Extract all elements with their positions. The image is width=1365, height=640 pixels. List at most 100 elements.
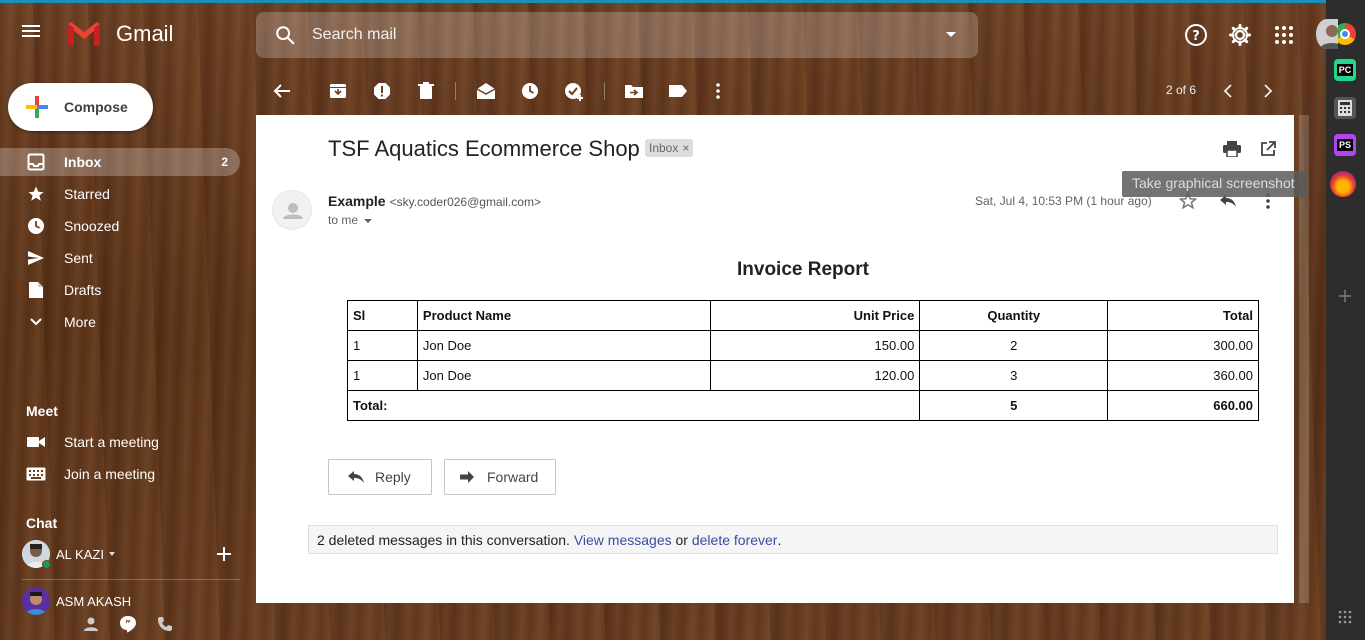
nav-label-snoozed: Snoozed: [64, 218, 120, 234]
compose-button[interactable]: Compose: [8, 83, 153, 131]
more-vert-icon[interactable]: [707, 80, 729, 102]
nav-label-sent: Sent: [64, 250, 93, 266]
cell-sl: 1: [347, 360, 418, 391]
forward-label: Forward: [487, 469, 539, 485]
archive-icon[interactable]: [327, 80, 349, 102]
delete-forever-link[interactable]: delete forever: [692, 532, 778, 548]
nav-item-drafts[interactable]: Drafts: [0, 276, 240, 304]
search-options-chevron-down-icon[interactable]: [946, 32, 956, 37]
print-icon[interactable]: [1222, 139, 1242, 159]
nav-label-drafts: Drafts: [64, 282, 102, 298]
view-messages-link[interactable]: View messages: [574, 532, 672, 548]
reply-label: Reply: [375, 469, 411, 485]
forward-button[interactable]: Forward: [444, 459, 556, 495]
video-camera-icon: [26, 432, 46, 452]
sender-name: Example <sky.coder026@gmail.com>: [328, 193, 541, 209]
chat-contact[interactable]: ASM AKASH: [22, 587, 131, 615]
deleted-or-text: or: [675, 531, 688, 548]
screenshot-tool-app-icon[interactable]: [1330, 171, 1356, 197]
gmail-logo[interactable]: Gmail: [66, 20, 173, 48]
nav-item-sent[interactable]: Sent: [0, 244, 240, 272]
previous-chevron-left-icon[interactable]: [1217, 80, 1239, 102]
phpstorm-app-icon[interactable]: PS: [1334, 134, 1356, 156]
nav-item-inbox[interactable]: Inbox 2: [0, 148, 240, 176]
nav-item-starred[interactable]: Starred: [0, 180, 240, 208]
cell-total: 300.00: [1107, 330, 1259, 361]
label-tag-icon[interactable]: [667, 80, 689, 102]
details-chevron-down-icon[interactable]: [364, 218, 373, 223]
back-arrow-icon[interactable]: [271, 80, 293, 102]
move-to-folder-icon[interactable]: [623, 80, 645, 102]
header-product-name: Product Name: [416, 300, 711, 331]
phone-icon[interactable]: [156, 615, 174, 633]
table-row: 1 Jon Doe 150.00 2 300.00: [347, 330, 1259, 361]
avatar: [22, 587, 50, 615]
apps-grid-icon[interactable]: [1271, 22, 1297, 48]
chat-user-self[interactable]: AL KAZI: [22, 540, 115, 569]
cell-unit-price: 120.00: [709, 360, 921, 391]
hangouts-chat-icon[interactable]: ”: [119, 615, 137, 633]
hamburger-line: [22, 35, 40, 37]
join-meeting-item[interactable]: Join a meeting: [0, 460, 240, 488]
new-chat-plus-icon[interactable]: [216, 546, 232, 562]
header-sl: Sl: [347, 300, 418, 331]
cell-quantity: 2: [919, 330, 1109, 361]
nav-label-more: More: [64, 314, 96, 330]
reply-button[interactable]: Reply: [328, 459, 432, 495]
recipient-details[interactable]: to me: [328, 213, 373, 227]
add-to-tasks-icon[interactable]: [563, 80, 585, 102]
window-top-strip: [0, 0, 1365, 3]
toolbar-separator: [604, 82, 605, 100]
account-avatar[interactable]: [1316, 19, 1338, 49]
pycharm-app-icon[interactable]: PC: [1334, 59, 1356, 81]
report-spam-icon[interactable]: [371, 80, 393, 102]
desktop-dock-panel: PC PS: [1326, 0, 1365, 640]
status-chevron-down-icon[interactable]: [108, 552, 115, 556]
pagination-count: 2 of 6: [1166, 83, 1197, 97]
next-chevron-right-icon[interactable]: [1257, 80, 1279, 102]
recipient-text: to me: [328, 213, 359, 227]
total-amount: 660.00: [1107, 390, 1259, 421]
cell-product-name: Jon Doe: [416, 330, 711, 361]
main-menu-button[interactable]: [22, 22, 50, 50]
deleted-period: .: [777, 531, 782, 548]
chevron-down-icon: [26, 312, 46, 332]
cell-total: 360.00: [1107, 360, 1259, 391]
add-app-plus-icon[interactable]: [1338, 289, 1352, 303]
label-chip-text: Inbox: [649, 141, 679, 155]
help-icon[interactable]: ?: [1183, 22, 1209, 48]
invoice-title: Invoice Report: [737, 259, 869, 280]
message-subject: TSF Aquatics Ecommerce Shop: [328, 136, 640, 161]
sender-display-name: Example: [328, 193, 386, 209]
header-quantity: Quantity: [919, 300, 1109, 331]
nav-item-more[interactable]: More: [0, 308, 240, 336]
chat-divider: [22, 579, 240, 580]
remove-label-close-icon[interactable]: ×: [682, 141, 689, 155]
forward-icon: [459, 468, 477, 486]
nav-item-snoozed[interactable]: Snoozed: [0, 212, 240, 240]
hamburger-line: [22, 30, 40, 32]
table-header-row: Sl Product Name Unit Price Quantity Tota…: [347, 300, 1259, 331]
deleted-messages-notice: 2 deleted messages in this conversation.…: [308, 525, 1278, 554]
chat-section-title: Chat: [26, 515, 58, 531]
mark-unread-icon[interactable]: [475, 80, 497, 102]
start-meeting-label: Start a meeting: [64, 434, 159, 450]
search-icon[interactable]: [274, 24, 296, 46]
snooze-clock-icon[interactable]: [519, 80, 541, 102]
sender-email: <sky.coder026@gmail.com>: [389, 195, 541, 209]
search-bar[interactable]: [256, 12, 978, 58]
gmail-m-icon: [68, 22, 100, 46]
header-total: Total: [1107, 300, 1259, 331]
chat-contact-name: ASM AKASH: [56, 593, 132, 609]
person-icon[interactable]: [82, 615, 100, 633]
settings-gear-icon[interactable]: [1227, 22, 1253, 48]
open-in-new-window-icon[interactable]: [1258, 139, 1278, 159]
search-input[interactable]: [312, 26, 912, 44]
start-meeting-item[interactable]: Start a meeting: [0, 428, 240, 456]
calculator-app-icon[interactable]: [1334, 97, 1356, 119]
delete-trash-icon[interactable]: [415, 80, 437, 102]
sender-avatar[interactable]: [272, 190, 312, 230]
inbox-label-chip[interactable]: Inbox ×: [645, 139, 694, 157]
show-apps-grid-icon[interactable]: [1338, 610, 1352, 624]
total-quantity: 5: [919, 390, 1109, 421]
